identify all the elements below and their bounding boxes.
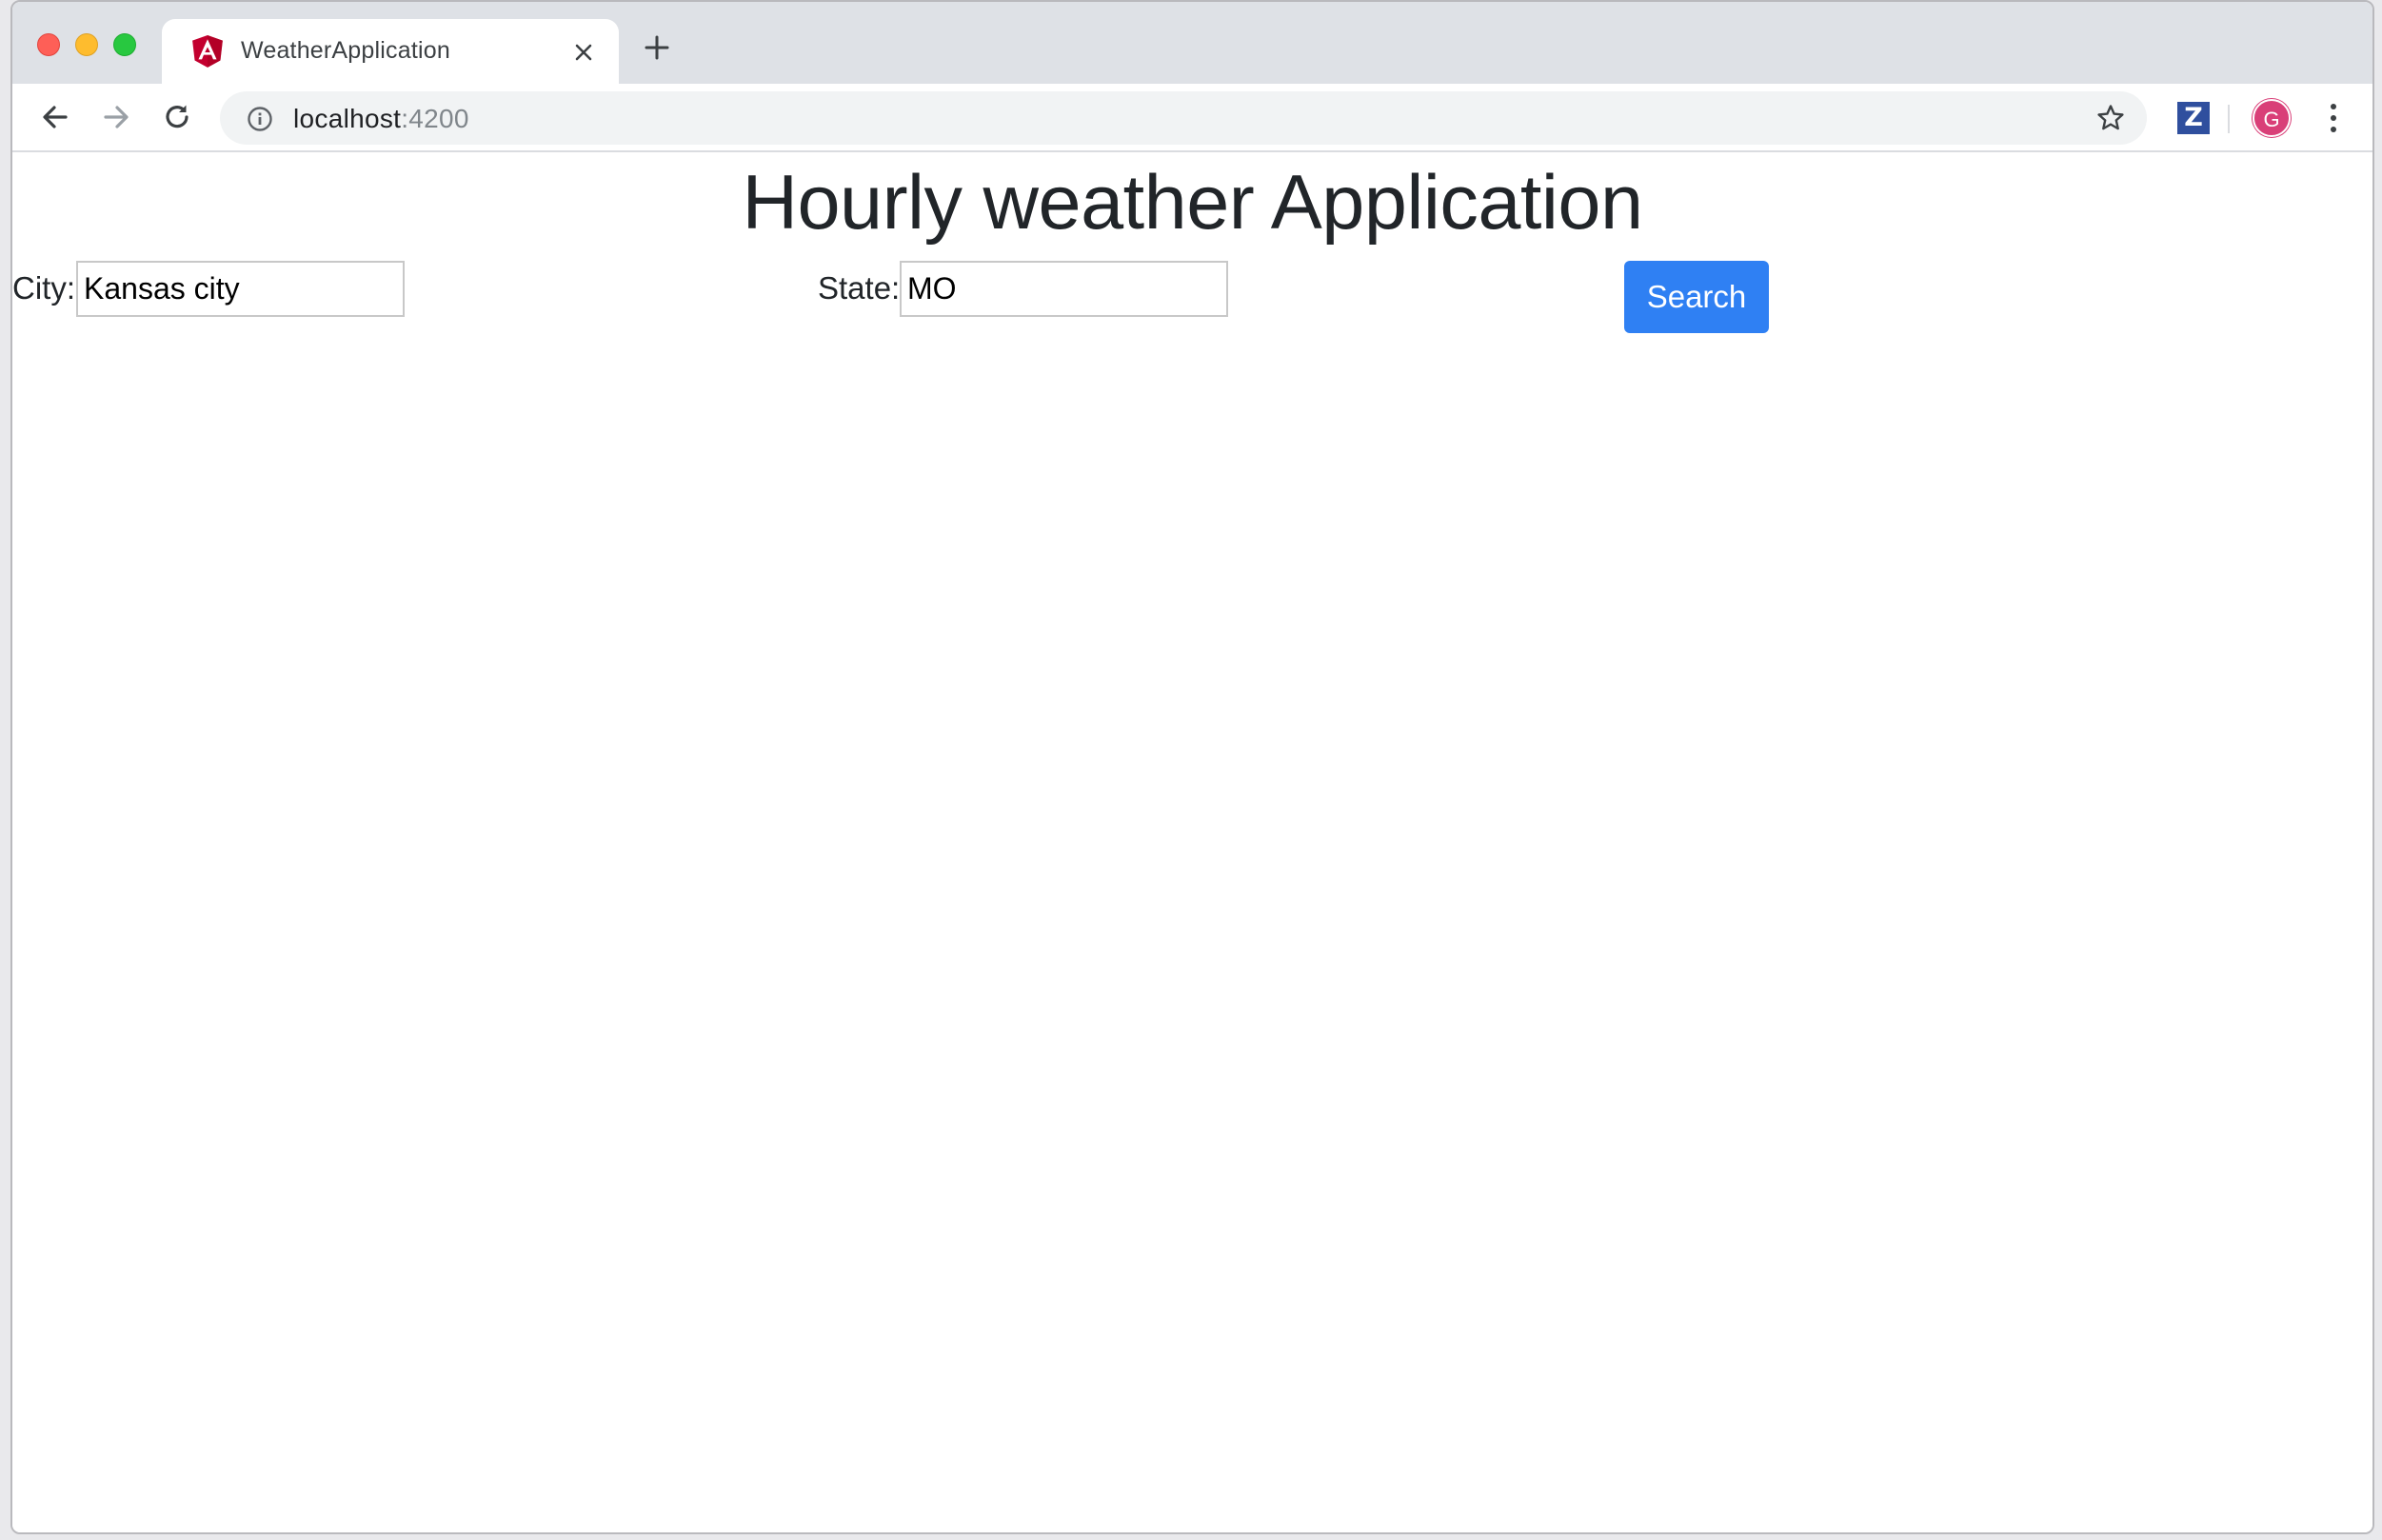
profile-avatar[interactable]: G — [2253, 99, 2291, 137]
state-input[interactable] — [900, 261, 1228, 317]
toolbar-divider — [2228, 105, 2230, 133]
address-bar[interactable]: localhost:4200 — [220, 91, 2147, 145]
browser-toolbar: localhost:4200 Z G — [12, 84, 2372, 152]
reload-icon[interactable] — [160, 100, 194, 134]
city-label: City: — [12, 270, 75, 306]
bookmark-star-icon[interactable] — [2095, 103, 2126, 133]
new-tab-icon[interactable] — [643, 33, 671, 62]
city-input[interactable] — [76, 261, 405, 317]
forward-arrow-icon[interactable] — [99, 100, 133, 134]
tab-title: WeatherApplication — [241, 37, 450, 64]
close-tab-icon[interactable] — [571, 40, 596, 65]
page-title: Hourly weather Application — [742, 160, 1643, 246]
state-label: State: — [818, 270, 901, 306]
back-arrow-icon[interactable] — [38, 100, 72, 134]
tab-weather-application[interactable]: WeatherApplication — [162, 19, 619, 84]
url-text: localhost:4200 — [293, 104, 469, 134]
info-icon[interactable] — [247, 106, 273, 132]
window-close-button[interactable] — [37, 33, 60, 56]
search-button[interactable]: Search — [1624, 261, 1769, 333]
angular-icon — [192, 35, 223, 68]
extension-z-icon[interactable]: Z — [2177, 102, 2210, 134]
url-host: localhost — [293, 104, 402, 133]
more-menu-icon[interactable] — [2328, 102, 2339, 134]
url-port: :4200 — [401, 104, 469, 133]
tab-strip: WeatherApplication — [12, 2, 2372, 84]
page-content: Hourly weather Application City: State: … — [12, 154, 2372, 1532]
browser-window: WeatherApplication localhost:4200 Z G Ho… — [10, 0, 2374, 1534]
window-minimize-button[interactable] — [75, 33, 98, 56]
window-maximize-button[interactable] — [113, 33, 136, 56]
